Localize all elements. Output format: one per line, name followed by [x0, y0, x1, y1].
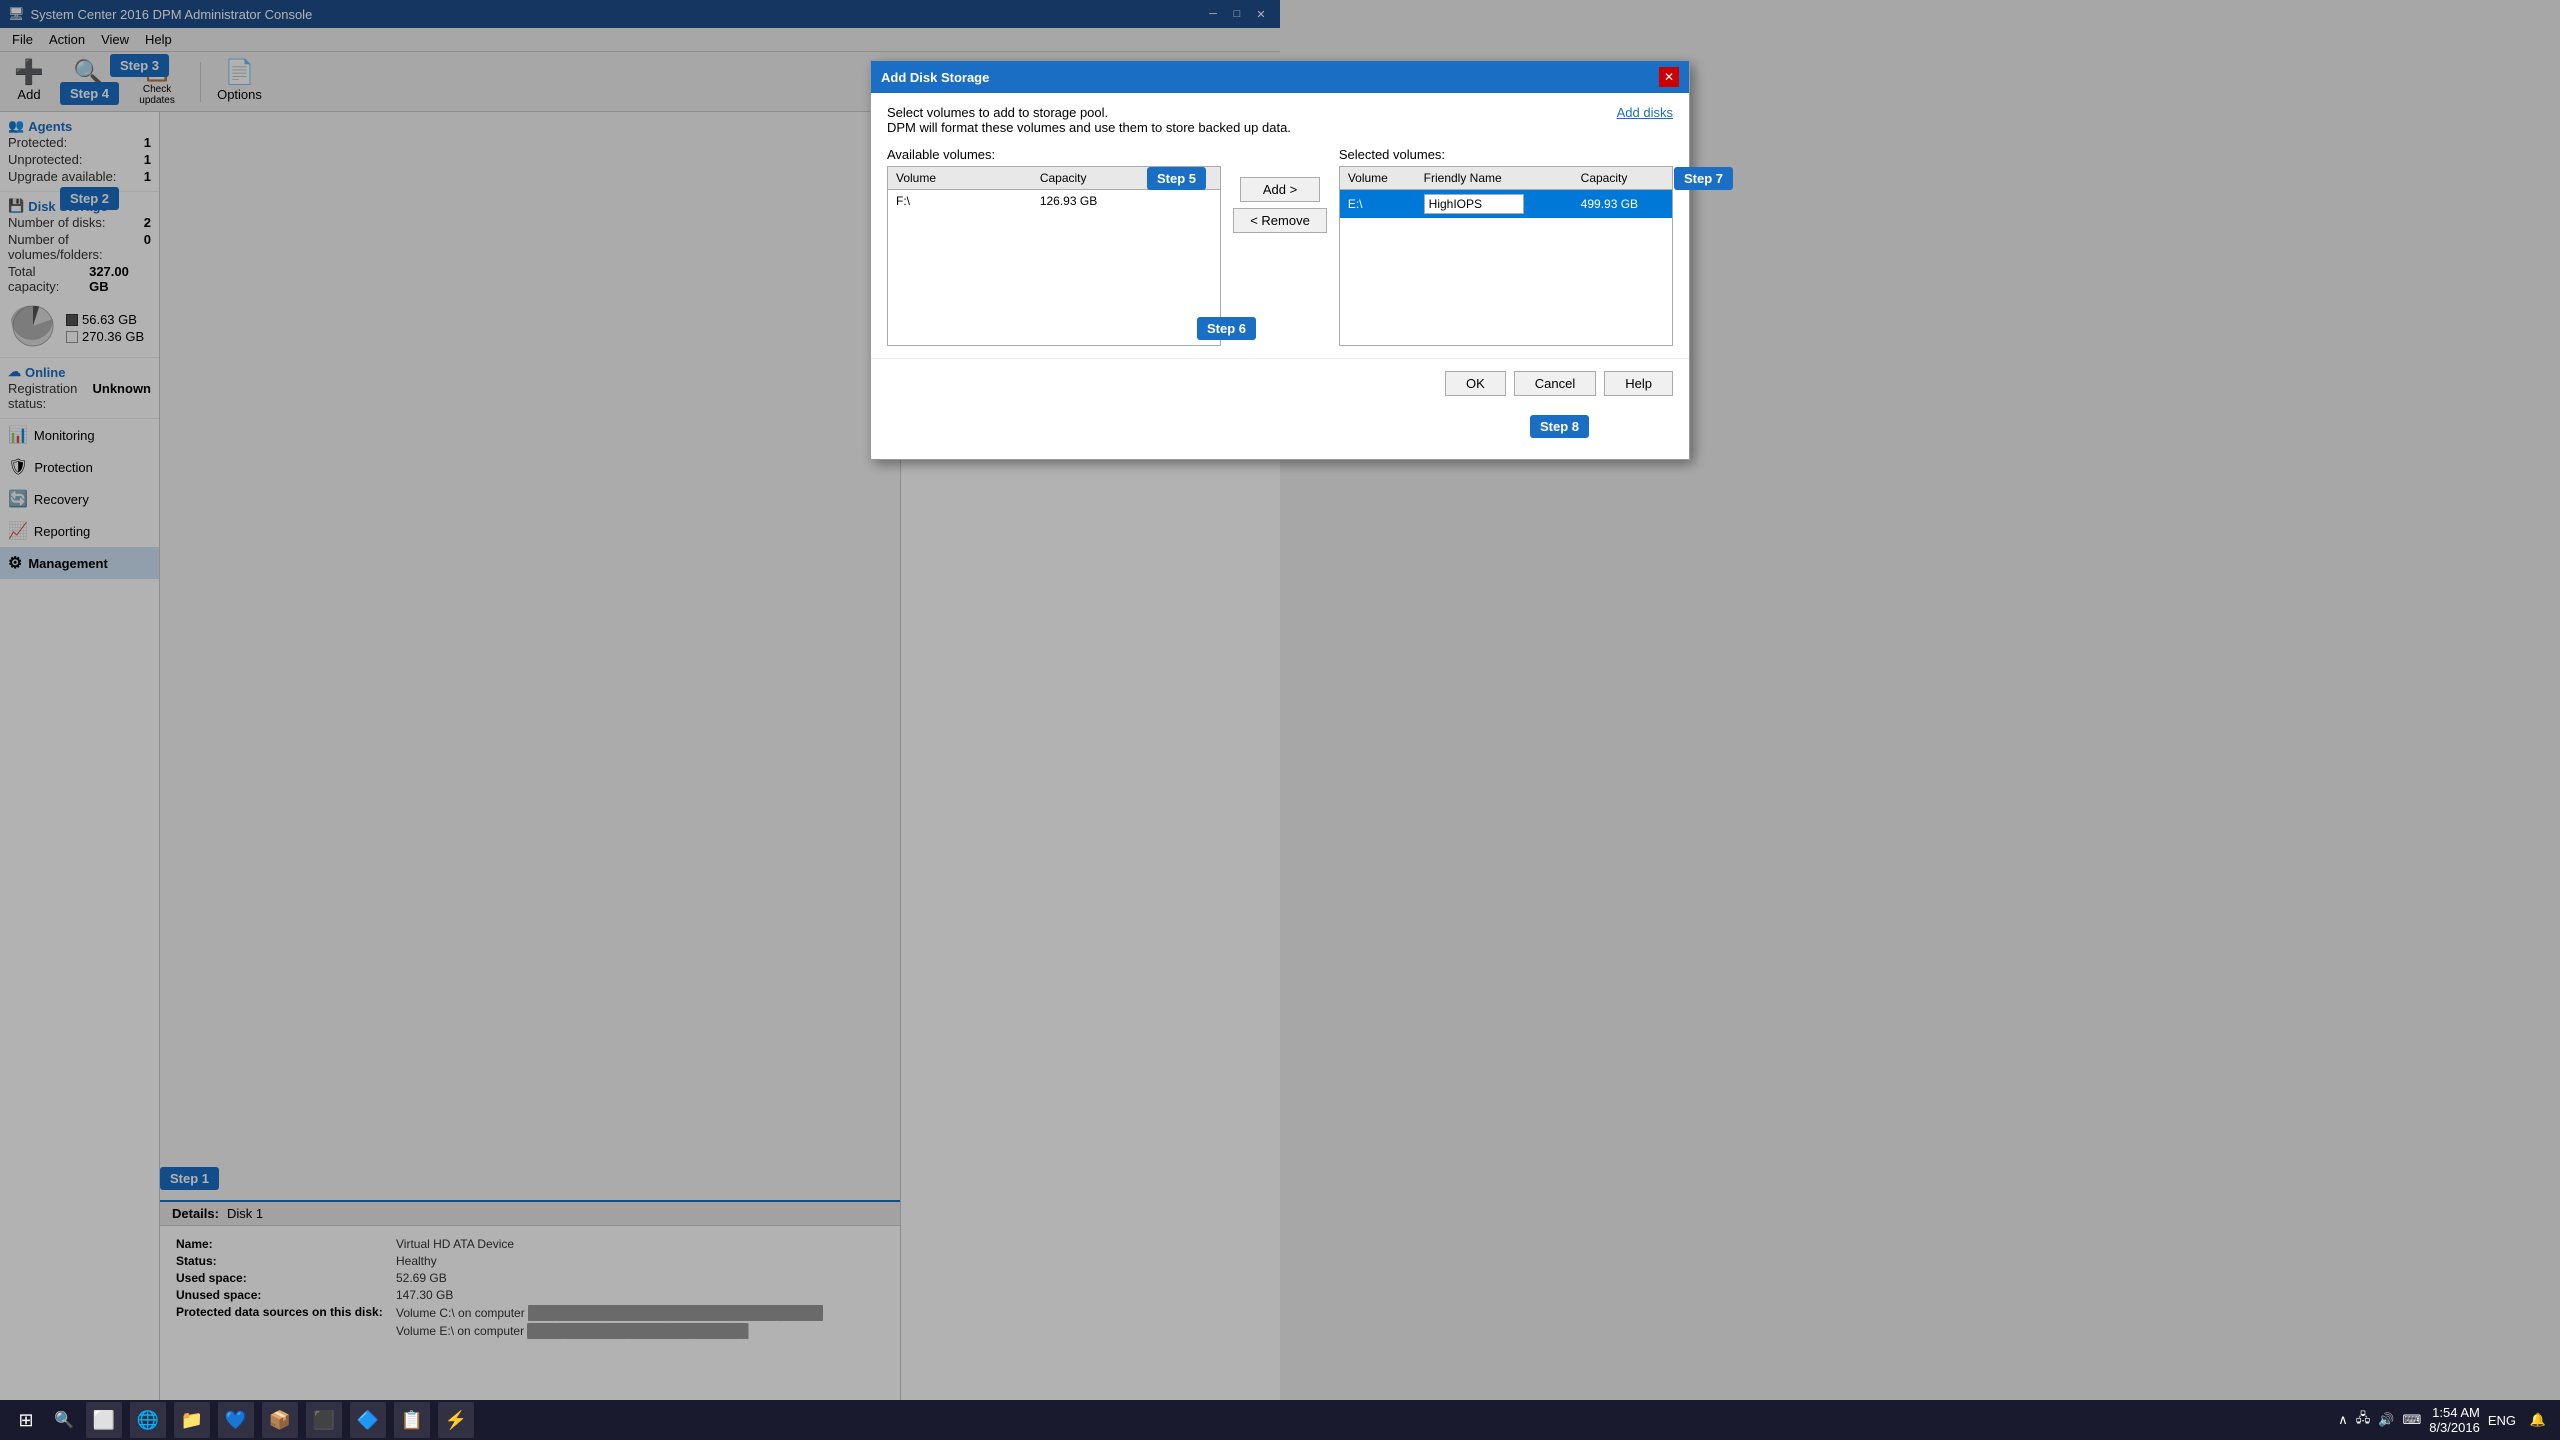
search-button[interactable]: 🔍	[48, 1404, 80, 1436]
avail-capacity-0: 126.93 GB	[1032, 190, 1220, 213]
taskbar-app3[interactable]: 🔷	[350, 1402, 386, 1438]
notification-button[interactable]: 🔔	[2524, 1406, 2552, 1434]
taskbar-network-icon: 🖧	[2356, 1409, 2371, 1431]
dialog-desc2: DPM will format these volumes and use th…	[887, 120, 1291, 135]
taskbar-keyboard-icon: ⌨	[2402, 1412, 2421, 1428]
avail-volume-0: F:\	[888, 190, 1032, 213]
taskbar-time-display: 1:54 AM	[2429, 1405, 2480, 1420]
sel-col-capacity: Capacity	[1573, 167, 1672, 190]
taskbar-date-display: 8/3/2016	[2429, 1420, 2480, 1435]
cancel-button[interactable]: Cancel	[1514, 371, 1596, 396]
taskbar-app1[interactable]: 📦	[262, 1402, 298, 1438]
add-disks-link[interactable]: Add disks	[1617, 105, 1673, 120]
sel-col-friendly: Friendly Name	[1416, 167, 1573, 190]
avail-col-capacity: Capacity	[1032, 167, 1220, 190]
taskbar-app4[interactable]: 📋	[394, 1402, 430, 1438]
taskbar-right: ∧ 🖧 🔊 ⌨ 1:54 AM 8/3/2016 ENG 🔔	[2338, 1405, 2552, 1435]
dialog-panels: Available volumes: Volume Capacity	[887, 147, 1673, 346]
sel-friendly-0	[1416, 190, 1573, 219]
available-row-0[interactable]: F:\ 126.93 GB	[888, 190, 1220, 213]
taskbar-ie[interactable]: 🌐	[130, 1402, 166, 1438]
step7-badge: Step 7	[1674, 167, 1733, 190]
taskbar-task-view[interactable]: ⬜	[86, 1402, 122, 1438]
add-remove-col: Add > < Remove Step 6	[1233, 147, 1327, 233]
dialog-overlay: Add Disk Storage ✕ Select volumes to add…	[0, 0, 2560, 1440]
taskbar-app2[interactable]: ⬛	[306, 1402, 342, 1438]
dialog-title: Add Disk Storage	[881, 70, 989, 85]
dialog-title-bar: Add Disk Storage ✕	[871, 61, 1689, 93]
available-volumes-panel: Available volumes: Volume Capacity	[887, 147, 1221, 346]
add-disk-storage-dialog: Add Disk Storage ✕ Select volumes to add…	[870, 60, 1690, 460]
selected-row-0[interactable]: E:\ 499.93 GB	[1340, 190, 1672, 219]
taskbar-app5[interactable]: ⚡	[438, 1402, 474, 1438]
available-header-row: Volume Capacity	[888, 167, 1220, 190]
friendly-name-input[interactable]	[1424, 194, 1524, 214]
avail-col-volume: Volume	[888, 167, 1032, 190]
dialog-desc-area: Select volumes to add to storage pool. D…	[887, 105, 1673, 135]
taskbar-powershell[interactable]: 💙	[218, 1402, 254, 1438]
selected-table: Volume Friendly Name Capacity E:\	[1340, 167, 1672, 218]
available-table: Volume Capacity F:\ 126.93 GB	[888, 167, 1220, 212]
step8-badge: Step 8	[1530, 415, 1589, 438]
available-label: Available volumes:	[887, 147, 1221, 162]
dialog-footer: OK Cancel Help Step 8	[871, 358, 1689, 408]
taskbar-explorer[interactable]: 📁	[174, 1402, 210, 1438]
available-table-wrapper: Volume Capacity F:\ 126.93 GB	[887, 166, 1221, 346]
selected-table-wrapper: Volume Friendly Name Capacity E:\	[1339, 166, 1673, 346]
remove-from-selected-button[interactable]: < Remove	[1233, 208, 1327, 233]
taskbar-expand[interactable]: ∧	[2338, 1412, 2348, 1428]
sel-col-volume: Volume	[1340, 167, 1416, 190]
taskbar-lang: ENG	[2488, 1413, 2516, 1428]
help-button[interactable]: Help	[1604, 371, 1673, 396]
sel-capacity-0: 499.93 GB	[1573, 190, 1672, 219]
dialog-close-button[interactable]: ✕	[1659, 67, 1679, 87]
taskbar-clock[interactable]: 1:54 AM 8/3/2016	[2429, 1405, 2480, 1435]
selected-header-row: Volume Friendly Name Capacity	[1340, 167, 1672, 190]
taskbar-volume-icon: 🔊	[2378, 1412, 2394, 1428]
taskbar: ⊞ 🔍 ⬜ 🌐 📁 💙 📦 ⬛ 🔷 📋 ⚡ ∧ 🖧 🔊 ⌨ 1:54 AM 8/…	[0, 1400, 2560, 1440]
ok-button[interactable]: OK	[1445, 371, 1506, 396]
dialog-body: Select volumes to add to storage pool. D…	[871, 93, 1689, 358]
selected-volumes-panel: Selected volumes: Volume Friendly Name C…	[1339, 147, 1673, 346]
dialog-desc1: Select volumes to add to storage pool.	[887, 105, 1291, 120]
start-button[interactable]: ⊞	[8, 1402, 44, 1438]
dialog-desc-text: Select volumes to add to storage pool. D…	[887, 105, 1291, 135]
selected-label: Selected volumes:	[1339, 147, 1673, 162]
sel-volume-0: E:\	[1340, 190, 1416, 219]
add-to-selected-button[interactable]: Add >	[1240, 177, 1320, 202]
